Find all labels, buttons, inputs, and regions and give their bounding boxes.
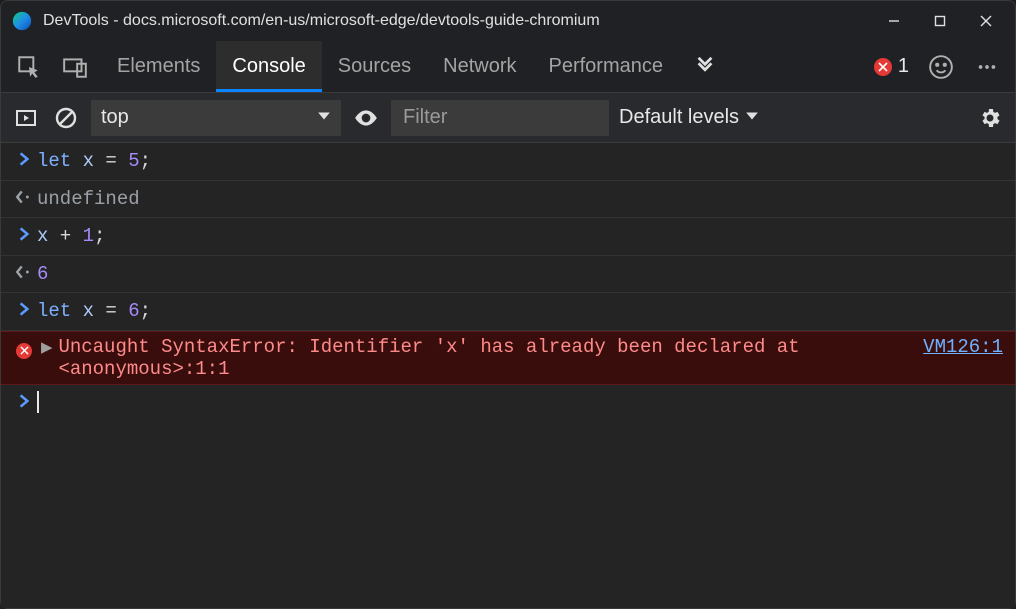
- prompt-chevron-icon: [11, 147, 37, 168]
- console-input-prompt[interactable]: [1, 385, 1015, 422]
- tab-performance[interactable]: Performance: [533, 41, 680, 92]
- more-tabs-icon[interactable]: [685, 47, 725, 87]
- error-source-link[interactable]: VM126:1: [903, 336, 1003, 380]
- console-row-output: 6: [1, 256, 1015, 294]
- error-count-badge[interactable]: 1: [874, 55, 909, 78]
- execution-context-select[interactable]: top: [91, 100, 341, 136]
- clear-console-icon[interactable]: [51, 103, 81, 133]
- console-toolbar: top Default levels: [1, 93, 1015, 143]
- expand-error-icon[interactable]: ▶: [37, 336, 58, 380]
- code-content: undefined: [37, 185, 1003, 214]
- dropdown-triangle-icon: [745, 106, 759, 129]
- console-output[interactable]: let x = 5; undefined x + 1; 6 let x = 6; ▶Unc…: [1, 143, 1015, 608]
- tab-elements[interactable]: Elements: [101, 41, 216, 92]
- feedback-smile-icon[interactable]: [921, 47, 961, 87]
- console-row-output: undefined: [1, 181, 1015, 219]
- error-badge-icon: [11, 336, 37, 359]
- console-row-error: ▶Uncaught SyntaxError: Identifier 'x' ha…: [1, 331, 1015, 385]
- title-bar: DevTools - docs.microsoft.com/en-us/micr…: [1, 1, 1015, 41]
- error-dot-icon: [874, 58, 892, 76]
- edge-app-icon: [11, 10, 33, 32]
- tab-sources[interactable]: Sources: [322, 41, 427, 92]
- console-settings-gear-icon[interactable]: [975, 103, 1005, 133]
- log-levels-select[interactable]: Default levels: [619, 106, 759, 129]
- console-row-input: let x = 6;: [1, 293, 1015, 331]
- result-chevron-icon: [11, 185, 37, 206]
- error-count: 1: [898, 55, 909, 78]
- tab-console[interactable]: Console: [216, 41, 321, 92]
- sidebar-toggle-icon[interactable]: [11, 103, 41, 133]
- console-row-input: let x = 5;: [1, 143, 1015, 181]
- minimize-button[interactable]: [871, 5, 917, 37]
- tab-network[interactable]: Network: [427, 41, 532, 92]
- code-content: x + 1;: [37, 222, 1003, 251]
- device-toolbar-icon[interactable]: [55, 47, 95, 87]
- context-value: top: [101, 106, 129, 129]
- more-options-icon[interactable]: [967, 47, 1007, 87]
- console-row-input: x + 1;: [1, 218, 1015, 256]
- maximize-button[interactable]: [917, 5, 963, 37]
- live-expression-eye-icon[interactable]: [351, 103, 381, 133]
- code-content: 6: [37, 260, 1003, 289]
- window-title: DevTools - docs.microsoft.com/en-us/micr…: [43, 12, 861, 30]
- levels-label: Default levels: [619, 106, 739, 129]
- prompt-chevron-icon: [11, 389, 37, 410]
- prompt-chevron-icon: [11, 297, 37, 318]
- prompt-chevron-icon: [11, 222, 37, 243]
- window-controls: [871, 5, 1009, 37]
- devtools-tab-bar: Elements Console Sources Network Perform…: [1, 41, 1015, 93]
- inspect-element-icon[interactable]: [9, 47, 49, 87]
- result-chevron-icon: [11, 260, 37, 281]
- close-button[interactable]: [963, 5, 1009, 37]
- code-content: let x = 5;: [37, 147, 1003, 176]
- filter-input[interactable]: [391, 100, 609, 136]
- error-message: Uncaught SyntaxError: Identifier 'x' has…: [58, 336, 903, 380]
- code-content: let x = 6;: [37, 297, 1003, 326]
- dropdown-triangle-icon: [317, 106, 331, 129]
- panel-tabs: Elements Console Sources Network Perform…: [101, 41, 679, 92]
